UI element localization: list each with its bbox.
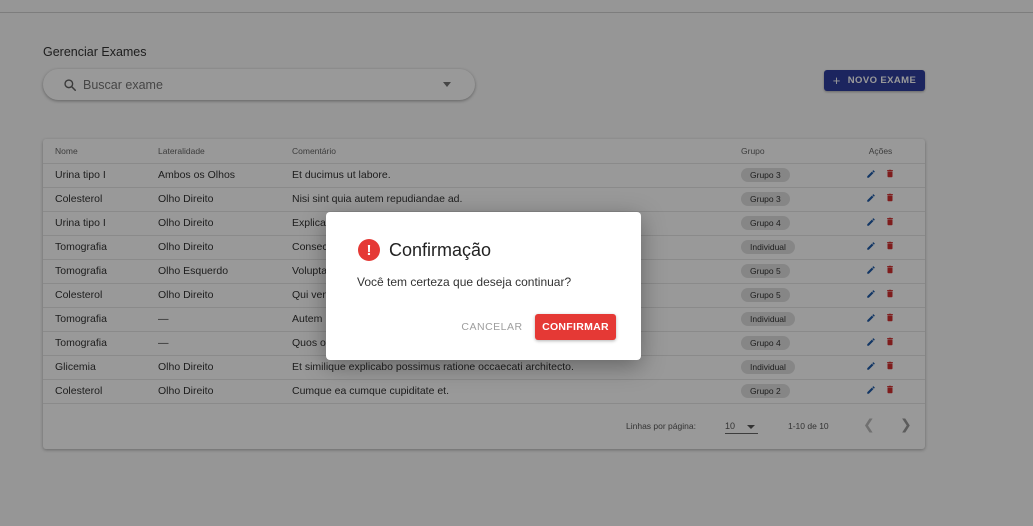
dialog-title: ! Confirmação [358,239,491,261]
confirm-button[interactable]: CONFIRMAR [535,314,616,340]
exclamation-circle-icon: ! [358,239,380,261]
dialog-title-text: Confirmação [389,239,492,260]
dialog-message: Você tem certeza que deseja continuar? [357,275,572,289]
confirm-dialog: ! Confirmação Você tem certeza que desej… [326,212,641,360]
cancel-button[interactable]: CANCELAR [457,315,527,339]
